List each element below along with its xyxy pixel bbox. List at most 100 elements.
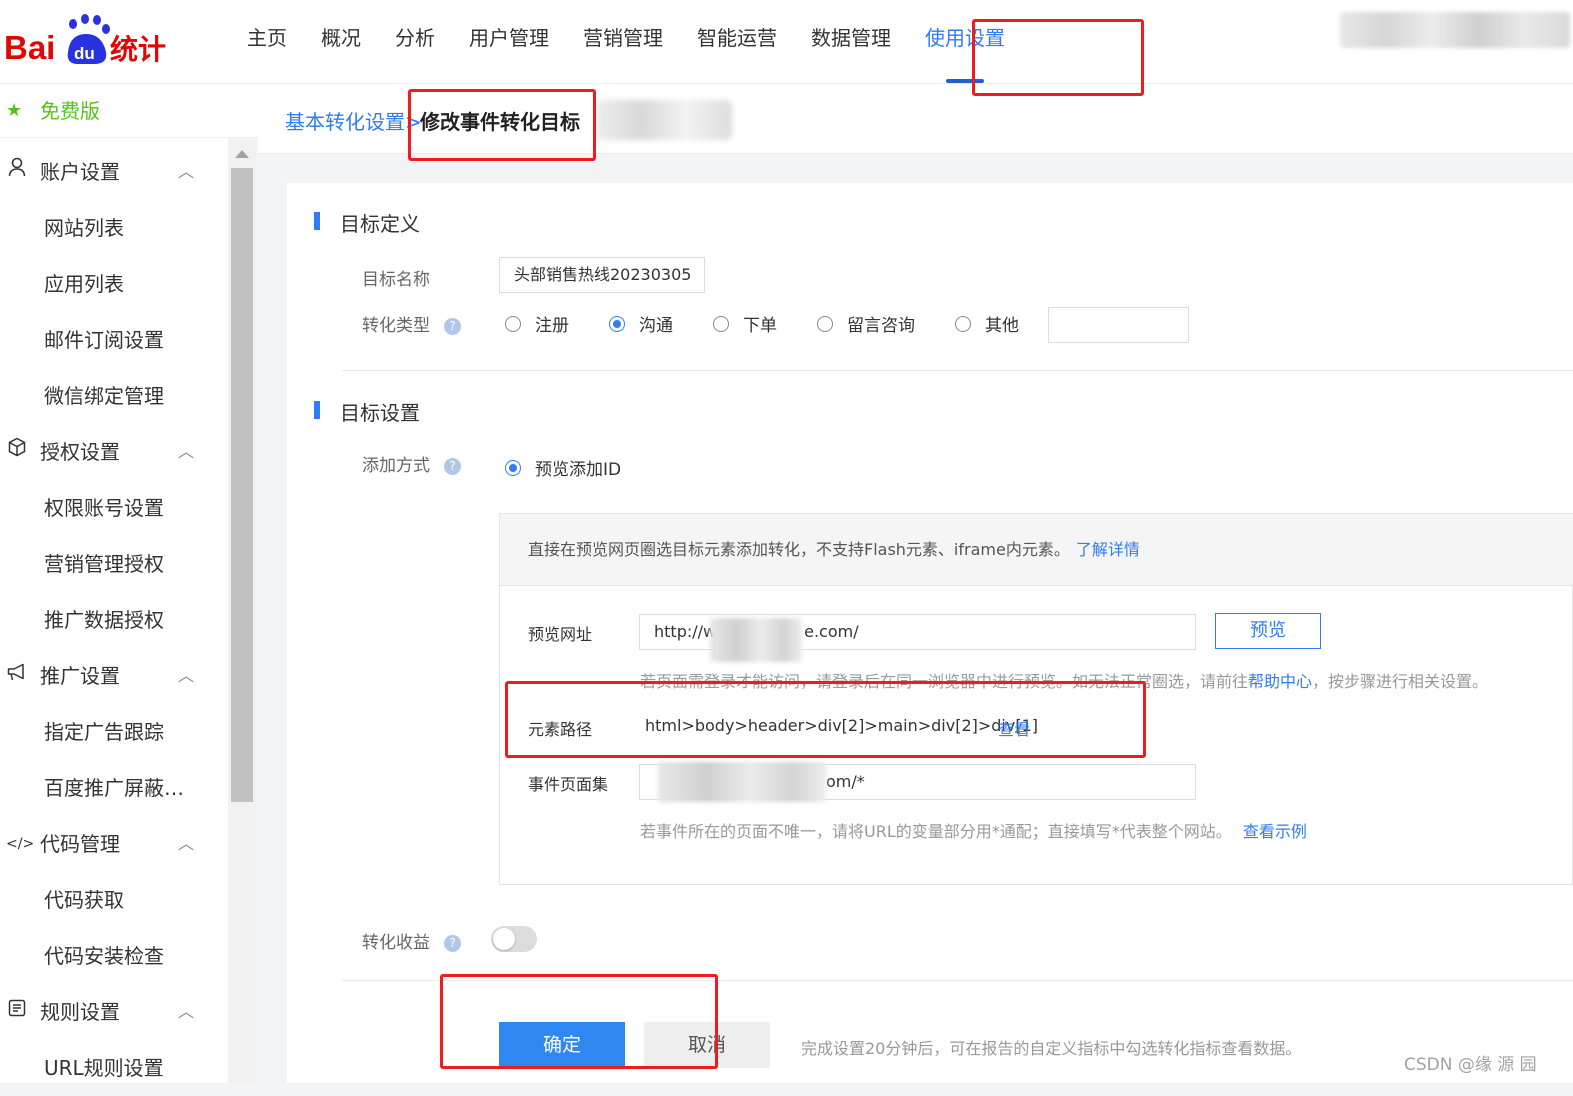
chevron-up-icon: ︿	[178, 834, 195, 853]
chevron-up-icon: ︿	[178, 1002, 195, 1021]
help-icon[interactable]: ?	[444, 934, 461, 952]
conversion-revenue-toggle[interactable]	[491, 926, 537, 952]
help-center-link[interactable]: 帮助中心	[1248, 672, 1312, 691]
cube-icon	[6, 424, 28, 480]
preview-url-value-start: http://w	[654, 622, 717, 641]
radio-button-icon	[505, 315, 521, 332]
sidebar-item-wechat-binding[interactable]: 微信绑定管理	[0, 368, 228, 424]
sidebar-group-account[interactable]: 账户设置 ︿	[0, 144, 228, 200]
radio-order[interactable]: 下单	[713, 311, 777, 336]
view-example-link[interactable]: 查看示例	[1243, 822, 1307, 841]
sidebar-scrollbar[interactable]	[228, 140, 256, 1083]
login-hint-text: 若页面需登录才能访问，请登录后在同一浏览器中进行预览。如无法正常圈选，请前往	[640, 672, 1249, 691]
sidebar-group-rules[interactable]: 规则设置 ︿	[0, 984, 228, 1040]
sidebar-item-code-install-check[interactable]: 代码安装检查	[0, 928, 228, 984]
edition-label: 免费版	[40, 99, 100, 123]
panel-description: 直接在预览网页圈选目标元素添加转化，不支持Flash元素、iframe内元素。了…	[500, 514, 1573, 586]
nav-usage-settings[interactable]: 使用设置	[908, 0, 1022, 84]
section-title-target-settings: 目标设置	[314, 397, 420, 426]
sidebar-item-url-rules[interactable]: URL规则设置	[0, 1040, 228, 1096]
form-footer-divider	[342, 980, 1573, 981]
confirm-button[interactable]: 确定	[499, 1022, 625, 1068]
preview-url-label: 预览网址	[528, 625, 593, 644]
sidebar-group-promotion[interactable]: 推广设置 ︿	[0, 648, 228, 704]
chevron-up-icon: ︿	[178, 666, 195, 685]
add-method-radio-group: 预览添加ID	[505, 455, 661, 480]
radio-button-selected-icon	[505, 459, 521, 476]
pageset-hint-text: 若事件所在的页面不唯一，请将URL的变量部分用*通配；直接填写*代表整个网站。	[640, 822, 1232, 841]
top-bar: Bai du 统计 主页 概况 分析 用户管理 营销管理 智能运营 数据管理 使…	[0, 0, 1573, 84]
help-icon[interactable]: ?	[444, 317, 461, 335]
sidebar-group-code-management[interactable]: </> 代码管理 ︿	[0, 816, 228, 872]
sidebar-item-baidu-promotion-block[interactable]: 百度推广屏蔽…	[0, 760, 228, 816]
breadcrumb: 基本转化设置> 修改事件转化目标	[258, 84, 1573, 154]
panel-description-text: 直接在预览网页圈选目标元素添加转化，不支持Flash元素、iframe内元素。	[528, 540, 1070, 559]
radio-button-icon	[955, 315, 971, 332]
sidebar-group-label: 账户设置	[40, 160, 120, 184]
sidebar-menu: 账户设置 ︿ 网站列表 应用列表 邮件订阅设置 微信绑定管理 授权设置 ︿ 权限…	[0, 144, 228, 1096]
nav-overview[interactable]: 概况	[304, 0, 378, 84]
sidebar-item-permission-accounts[interactable]: 权限账号设置	[0, 480, 228, 536]
sidebar-item-code-get[interactable]: 代码获取	[0, 872, 228, 928]
radio-message-consult[interactable]: 留言咨询	[817, 311, 915, 336]
scrollbar-thumb[interactable]	[231, 168, 253, 802]
radio-label: 下单	[743, 316, 777, 336]
conversion-type-label-text: 转化类型	[362, 316, 430, 336]
chevron-up-icon: ︿	[178, 442, 195, 461]
sidebar-group-label: 推广设置	[40, 664, 120, 688]
main-form-card: 目标定义 目标名称 头部销售热线20230305 转化类型? 注册 沟通 下单 …	[287, 183, 1573, 1083]
nav-marketing-management[interactable]: 营销管理	[566, 0, 680, 84]
footer-note: 完成设置20分钟后，可在报告的自定义指标中勾选转化指标查看数据。	[801, 1039, 1302, 1058]
radio-communicate[interactable]: 沟通	[609, 311, 673, 336]
radio-button-selected-icon	[609, 315, 625, 332]
pageset-hint: 若事件所在的页面不唯一，请将URL的变量部分用*通配；直接填写*代表整个网站。 …	[640, 818, 1307, 842]
main-nav: 主页 概况 分析 用户管理 营销管理 智能运营 数据管理 使用设置	[230, 0, 1022, 84]
conversion-type-radio-group: 注册 沟通 下单 留言咨询 其他	[505, 311, 1033, 336]
element-path-value: html>body>header>div[2]>main>div[2]>div[…	[645, 716, 1038, 735]
sidebar-item-app-list[interactable]: 应用列表	[0, 256, 228, 312]
baidu-tongji-logo[interactable]: Bai du 统计	[4, 12, 174, 68]
nav-smart-operations[interactable]: 智能运营	[680, 0, 794, 84]
sidebar-group-authorization[interactable]: 授权设置 ︿	[0, 424, 228, 480]
sidebar-item-site-list[interactable]: 网站列表	[0, 200, 228, 256]
learn-more-link[interactable]: 了解详情	[1076, 540, 1140, 559]
radio-label: 注册	[535, 316, 569, 336]
target-name-input[interactable]: 头部销售热线20230305	[499, 257, 705, 293]
sidebar-item-email-subscription[interactable]: 邮件订阅设置	[0, 312, 228, 368]
cancel-button[interactable]: 取消	[644, 1022, 770, 1068]
chevron-up-icon: ︿	[178, 162, 195, 181]
nav-home[interactable]: 主页	[230, 0, 304, 84]
star-icon: ★	[6, 100, 23, 121]
sidebar-item-promotion-data-authorization[interactable]: 推广数据授权	[0, 592, 228, 648]
nav-analysis[interactable]: 分析	[378, 0, 452, 84]
radio-label: 沟通	[639, 316, 673, 336]
redacted-account-info	[1340, 12, 1570, 48]
login-hint: 若页面需登录才能访问，请登录后在同一浏览器中进行预览。如无法正常圈选，请前往帮助…	[640, 668, 1488, 692]
view-element-link[interactable]: 查看	[998, 716, 1030, 740]
preview-url-value-end: e.com/	[804, 622, 859, 641]
sidebar-group-label: 规则设置	[40, 1000, 120, 1024]
sidebar-group-label: 代码管理	[40, 832, 120, 856]
other-type-input[interactable]	[1048, 307, 1189, 343]
element-path-label: 元素路径	[528, 720, 593, 739]
radio-button-icon	[713, 315, 729, 332]
radio-preview-add-id[interactable]: 预览添加ID	[505, 455, 621, 480]
redacted-pageset-blur	[658, 762, 826, 802]
scroll-up-arrow-icon[interactable]	[235, 150, 249, 158]
redacted-url-blur	[710, 618, 802, 662]
redacted-site-name	[596, 100, 732, 140]
edition-badge: ★ 免费版	[0, 84, 258, 138]
add-method-label: 添加方式?	[362, 451, 461, 476]
user-icon	[6, 144, 28, 200]
nav-user-management[interactable]: 用户管理	[452, 0, 566, 84]
svg-text:Bai: Bai	[4, 29, 55, 66]
preview-button[interactable]: 预览	[1215, 613, 1321, 649]
radio-other[interactable]: 其他	[955, 311, 1019, 336]
sidebar-item-ad-tracking[interactable]: 指定广告跟踪	[0, 704, 228, 760]
breadcrumb-parent-link[interactable]: 基本转化设置>	[285, 106, 422, 135]
sidebar-item-marketing-authorization[interactable]: 营销管理授权	[0, 536, 228, 592]
radio-register[interactable]: 注册	[505, 311, 569, 336]
help-icon[interactable]: ?	[444, 457, 461, 475]
nav-data-management[interactable]: 数据管理	[794, 0, 908, 84]
target-name-label: 目标名称	[362, 270, 430, 290]
